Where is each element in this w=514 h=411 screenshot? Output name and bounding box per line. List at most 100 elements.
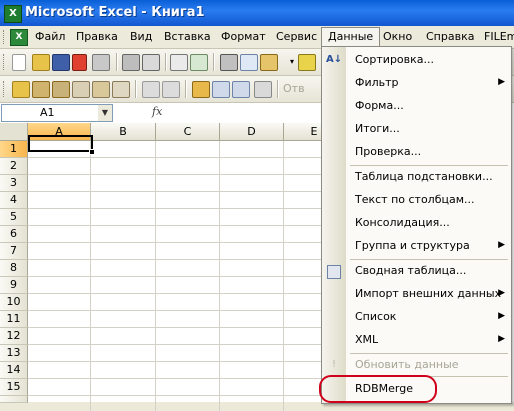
menu-item-consolidate[interactable]: Консолидация... — [322, 212, 511, 234]
track-changes-icon[interactable] — [192, 81, 210, 98]
grid-line — [155, 141, 156, 411]
menu-item-xml[interactable]: XML ▶ — [322, 329, 511, 351]
menu-item-text-to-columns[interactable]: Текст по столбцам... — [322, 189, 511, 211]
chevron-right-icon: ▶ — [498, 240, 505, 250]
share-workbook-icon[interactable] — [232, 81, 250, 98]
name-box-value: A1 — [40, 106, 55, 119]
fill-handle[interactable] — [89, 149, 95, 155]
rdbmerge-highlight-ring — [319, 375, 437, 403]
open-folder-icon[interactable] — [32, 54, 50, 71]
toolbar-grip[interactable] — [3, 81, 7, 97]
protect-sheet-icon[interactable] — [212, 81, 230, 98]
toolbar-separator — [185, 80, 187, 98]
row-header-10[interactable]: 10 — [0, 294, 28, 311]
delete-ink-icon[interactable] — [162, 81, 180, 98]
new-document-icon[interactable] — [12, 54, 26, 71]
row-header-13[interactable]: 13 — [0, 345, 28, 362]
copy-icon[interactable] — [240, 54, 258, 71]
next-comment-icon[interactable] — [52, 81, 70, 98]
permission-icon[interactable] — [72, 54, 87, 71]
toolbar-separator — [135, 80, 137, 98]
menubar-grip[interactable] — [3, 30, 7, 44]
menu-item-filter[interactable]: Фильтр ▶ — [322, 72, 511, 94]
menu-edit[interactable]: Правка — [76, 30, 118, 43]
email-icon[interactable] — [92, 54, 110, 71]
ink-icon[interactable] — [142, 81, 160, 98]
data-menu-dropdown: A↓ Сортировка... Фильтр ▶ Форма... Итоги… — [321, 46, 512, 404]
column-header-b[interactable]: B — [91, 123, 156, 141]
grid-line — [90, 141, 91, 411]
column-header-c[interactable]: C — [156, 123, 220, 141]
row-header-1[interactable]: 1 — [0, 141, 28, 158]
row-header-6[interactable]: 6 — [0, 226, 28, 243]
insert-function-icon[interactable]: fx — [152, 105, 162, 118]
show-all-comments-icon[interactable] — [92, 81, 110, 98]
reply-icon[interactable] — [254, 81, 272, 98]
menu-item-import-external-data[interactable]: Импорт внешних данных ▶ — [322, 283, 511, 305]
row-header-7[interactable]: 7 — [0, 243, 28, 260]
menu-format[interactable]: Формат — [221, 30, 266, 43]
reply-with-changes-label: Отв — [283, 82, 305, 95]
grid-line — [219, 141, 220, 411]
menu-data[interactable]: Данные — [321, 27, 381, 46]
row-header-2[interactable]: 2 — [0, 158, 28, 175]
refresh-icon: ! — [331, 359, 336, 370]
row-header-15[interactable]: 15 — [0, 379, 28, 396]
window-title: Microsoft Excel - Книга1 — [25, 5, 205, 20]
print-icon[interactable] — [122, 54, 140, 71]
toolbar-grip[interactable] — [3, 54, 7, 70]
show-comment-icon[interactable] — [72, 81, 90, 98]
menu-item-validation[interactable]: Проверка... — [322, 141, 511, 163]
row-header-3[interactable]: 3 — [0, 175, 28, 192]
spelling-icon[interactable] — [170, 54, 188, 71]
menu-tools[interactable]: Сервис — [276, 30, 317, 43]
row-header-9[interactable]: 9 — [0, 277, 28, 294]
new-comment-icon[interactable] — [12, 81, 30, 98]
menu-item-data-table[interactable]: Таблица подстановки... — [322, 166, 511, 188]
row-header-14[interactable]: 14 — [0, 362, 28, 379]
save-icon[interactable] — [52, 54, 70, 71]
document-icon[interactable]: X — [10, 29, 28, 46]
row-header-11[interactable]: 11 — [0, 311, 28, 328]
title-bar: X Microsoft Excel - Книга1 — [0, 0, 514, 26]
pivot-table-icon — [327, 265, 341, 279]
chevron-right-icon: ▶ — [498, 77, 505, 87]
research-icon[interactable] — [190, 54, 208, 71]
toolbar-separator — [165, 53, 167, 71]
chevron-right-icon: ▶ — [498, 311, 505, 321]
chevron-down-icon[interactable]: ▼ — [98, 105, 112, 121]
menu-filem[interactable]: FILEm — [484, 30, 514, 43]
paste-icon[interactable] — [260, 54, 278, 71]
chevron-right-icon: ▶ — [498, 334, 505, 344]
row-header-4[interactable]: 4 — [0, 192, 28, 209]
menu-help[interactable]: Справка — [426, 30, 474, 43]
row-header-5[interactable]: 5 — [0, 209, 28, 226]
menu-view[interactable]: Вид — [130, 30, 152, 43]
menu-item-form[interactable]: Форма... — [322, 95, 511, 117]
menu-item-sort[interactable]: A↓ Сортировка... — [322, 49, 511, 71]
cut-icon[interactable] — [220, 54, 238, 71]
column-header-d[interactable]: D — [220, 123, 284, 141]
active-cell-a1[interactable] — [28, 135, 93, 152]
format-painter-icon[interactable] — [298, 54, 316, 71]
toolbar-separator — [213, 53, 215, 71]
delete-comment-icon[interactable] — [112, 81, 130, 98]
menu-item-list[interactable]: Список ▶ — [322, 306, 511, 328]
menu-window[interactable]: Окно — [383, 30, 412, 43]
select-all-corner[interactable] — [0, 123, 28, 141]
menu-item-pivot-table[interactable]: Сводная таблица... — [322, 260, 511, 282]
grid-line — [283, 141, 284, 411]
menu-item-subtotals[interactable]: Итоги... — [322, 118, 511, 140]
sort-az-icon: A↓ — [326, 54, 343, 65]
print-preview-icon[interactable] — [142, 54, 160, 71]
menu-item-group-outline[interactable]: Группа и структура ▶ — [322, 235, 511, 257]
previous-comment-icon[interactable] — [32, 81, 50, 98]
row-header-12[interactable]: 12 — [0, 328, 28, 345]
menu-insert[interactable]: Вставка — [164, 30, 211, 43]
menu-item-refresh-data: ! Обновить данные — [322, 354, 511, 376]
excel-icon[interactable]: X — [4, 5, 22, 23]
menu-file[interactable]: Файл — [35, 30, 65, 43]
row-header-8[interactable]: 8 — [0, 260, 28, 277]
toolbar-separator — [277, 80, 279, 98]
name-box[interactable]: A1 ▼ — [1, 104, 113, 122]
